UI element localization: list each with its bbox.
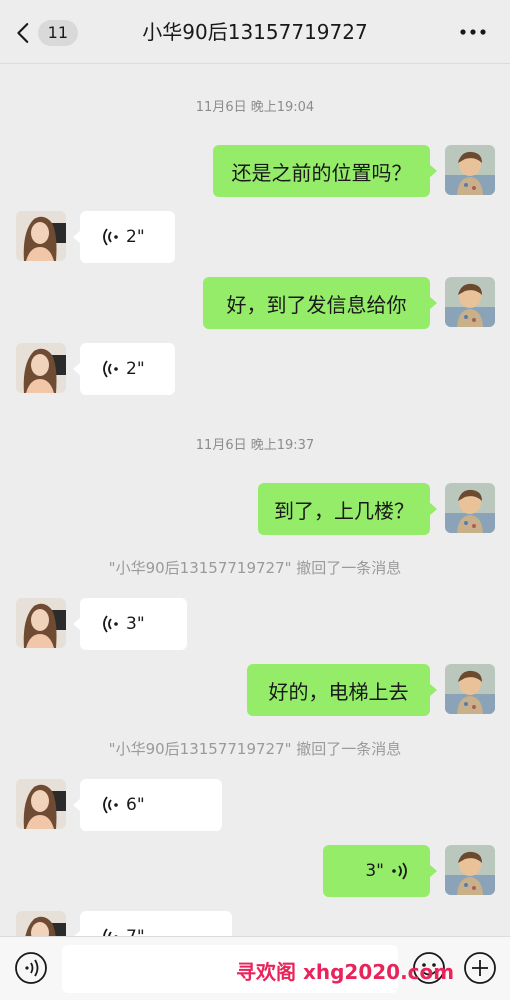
- avatar-contact[interactable]: [16, 779, 66, 829]
- girl-avatar-image: [16, 598, 66, 648]
- more-dots-icon[interactable]: [458, 20, 488, 44]
- voice-duration: 3": [365, 861, 384, 881]
- girl-avatar-image: [16, 343, 66, 393]
- avatar-contact[interactable]: [16, 211, 66, 261]
- voice-wave-icon: [103, 796, 118, 814]
- incoming-voice-message[interactable]: 3": [73, 598, 187, 650]
- child-avatar-image: [445, 483, 495, 533]
- avatar-self[interactable]: [445, 277, 495, 327]
- outgoing-message[interactable]: 好的，电梯上去: [247, 664, 437, 716]
- avatar-contact[interactable]: [16, 343, 66, 393]
- voice-duration: 3": [126, 614, 145, 634]
- back-button[interactable]: 11: [14, 18, 78, 48]
- outgoing-message[interactable]: 到了，上几楼？: [258, 483, 437, 535]
- child-avatar-image: [445, 277, 495, 327]
- girl-avatar-image: [16, 211, 66, 261]
- outgoing-voice-message[interactable]: 3": [323, 845, 437, 897]
- voice-wave-icon: [103, 228, 118, 246]
- avatar-self[interactable]: [445, 845, 495, 895]
- avatar-self[interactable]: [445, 483, 495, 533]
- incoming-voice-message[interactable]: 6": [73, 779, 222, 831]
- voice-wave-icon: [392, 862, 407, 880]
- voice-duration: 2": [126, 227, 145, 247]
- message-text: 好的，电梯上去: [268, 679, 409, 704]
- avatar-contact[interactable]: [16, 598, 66, 648]
- voice-input-icon[interactable]: [14, 951, 48, 985]
- message-text: 好，到了发信息给你: [226, 292, 407, 317]
- timestamp: 11月6日 晚上19:04: [195, 100, 315, 115]
- site-watermark: 寻欢阁 xhg2020.com: [236, 960, 455, 984]
- incoming-voice-message[interactable]: 2": [73, 343, 175, 395]
- girl-avatar-image: [16, 779, 66, 829]
- outgoing-message[interactable]: 还是之前的位置吗？: [213, 145, 437, 197]
- voice-wave-icon: [103, 360, 118, 378]
- voice-duration: 2": [126, 359, 145, 379]
- voice-wave-icon: [103, 615, 118, 633]
- timestamp: 11月6日 晚上19:37: [195, 438, 315, 453]
- voice-duration: 6": [126, 795, 145, 815]
- avatar-self[interactable]: [445, 664, 495, 714]
- chat-title: 小华90后13157719727: [142, 20, 368, 44]
- message-text: 到了，上几楼？: [274, 498, 414, 523]
- child-avatar-image: [445, 145, 495, 195]
- child-avatar-image: [445, 845, 495, 895]
- recall-notice: "小华90后13157719727" 撤回了一条消息: [108, 559, 402, 577]
- recall-notice: "小华90后13157719727" 撤回了一条消息: [108, 740, 402, 758]
- plus-icon[interactable]: [463, 951, 497, 985]
- incoming-voice-message[interactable]: 2": [73, 211, 175, 263]
- avatar-self[interactable]: [445, 145, 495, 195]
- child-avatar-image: [445, 664, 495, 714]
- back-chevron-icon: [17, 23, 29, 43]
- chat-header: 11 小华90后13157719727: [0, 0, 510, 64]
- unread-count-badge: 11: [37, 20, 78, 46]
- message-text: 还是之前的位置吗？: [231, 160, 412, 185]
- outgoing-message[interactable]: 好，到了发信息给你: [203, 277, 437, 329]
